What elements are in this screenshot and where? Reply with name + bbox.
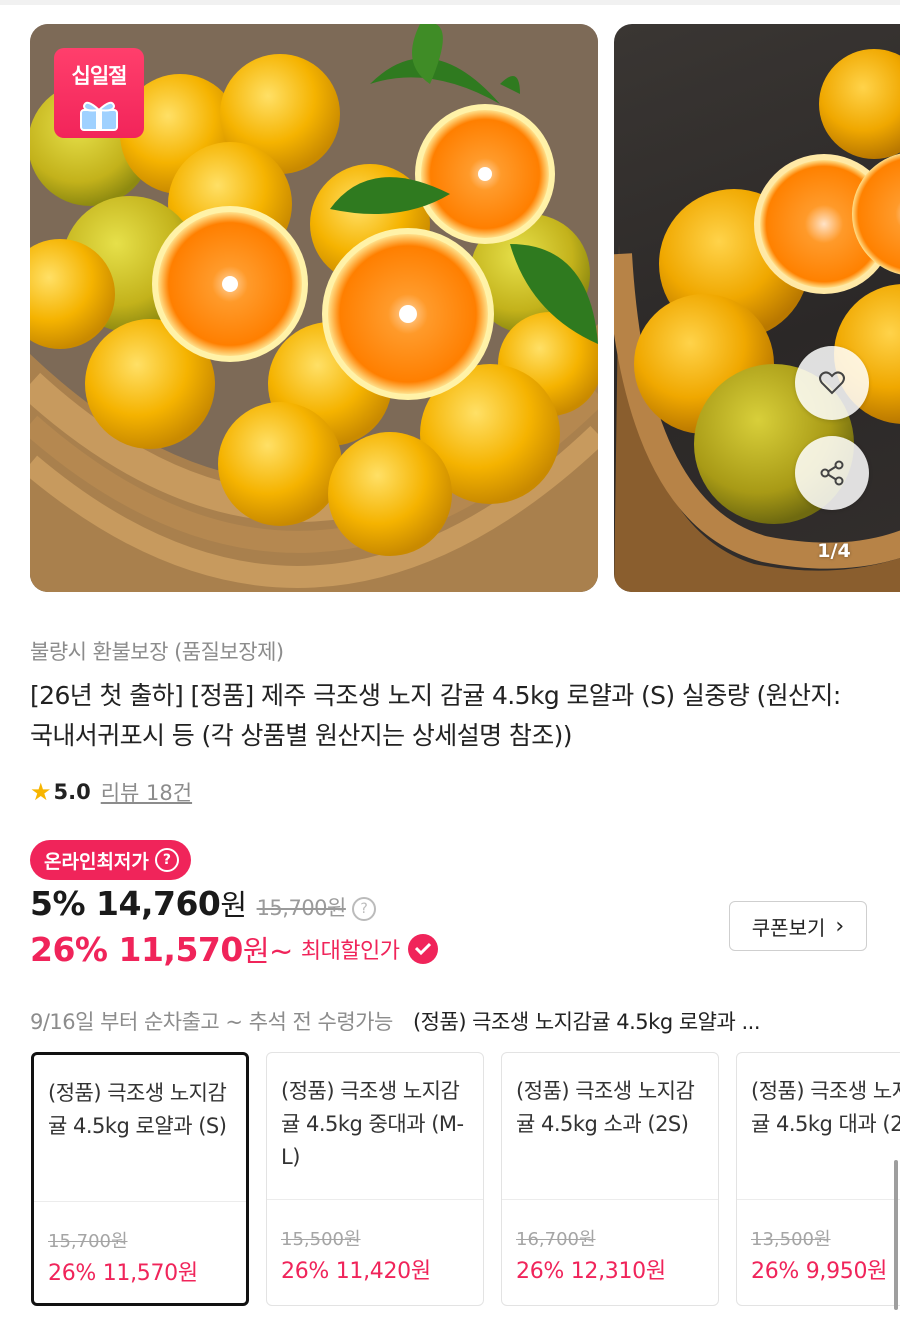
star-icon: ★ bbox=[30, 778, 52, 806]
option-original-price: 15,500원 bbox=[281, 1229, 361, 1250]
price-row: 5% 14,760 원 15,700원 ? bbox=[30, 882, 376, 924]
currency-unit-tilde: 원~ bbox=[242, 934, 293, 968]
option-sale-price: 26% 9,950원 bbox=[751, 1259, 888, 1284]
selected-option-title: (정품) 극조생 노지감귤 4.5kg 로얄과 ... bbox=[412, 1010, 761, 1034]
currency-unit: 원 bbox=[220, 888, 247, 922]
max-discount-label: 최대할인가 bbox=[300, 939, 400, 964]
max-discount-row: 26% 11,570 원~ 최대할인가 bbox=[30, 928, 438, 970]
option-divider bbox=[267, 1199, 483, 1200]
event-badge: 십일절 bbox=[54, 48, 144, 138]
gift-icon bbox=[80, 101, 118, 131]
tangerine-basket-illustration-2 bbox=[614, 49, 900, 592]
max-discount-rate: 26% bbox=[30, 929, 108, 969]
event-badge-text: 십일절 bbox=[71, 64, 128, 88]
option-divider bbox=[502, 1199, 718, 1200]
option-name: (정품) 극조생 노지감귤 4.5kg 로얄과 (S) bbox=[48, 1081, 227, 1138]
discount-rate: 5% bbox=[30, 884, 86, 923]
rating-row[interactable]: ★ 5.0 리뷰 18건 bbox=[30, 777, 192, 807]
view-coupon-button[interactable]: 쿠폰보기 › bbox=[729, 901, 867, 951]
option-card-selected[interactable]: (정품) 극조생 노지감귤 4.5kg 로얄과 (S) 15,700원 26% … bbox=[31, 1052, 249, 1306]
image-page-indicator: 1/4 bbox=[817, 540, 851, 562]
option-name: (정품) 극조생 노지감귤 4.5kg 중대과 (M-L) bbox=[281, 1079, 464, 1169]
share-button[interactable] bbox=[795, 436, 869, 510]
option-original-price: 15,700원 bbox=[48, 1231, 128, 1252]
shipping-notice: 9/16일 부터 순차출고 ~ 추석 전 수령가능 (정품) 극조생 노지감귤 … bbox=[30, 1006, 880, 1036]
option-card[interactable]: (정품) 극조생 노지감귤 4.5kg 소과 (2S) 16,700원 26% … bbox=[501, 1052, 719, 1306]
max-discount-price: 11,570 bbox=[118, 929, 244, 969]
option-card[interactable]: (정품) 극조생 노지감귤 4.5kg 대과 (2L) 13,500원 26% … bbox=[736, 1052, 900, 1306]
coupon-button-label: 쿠폰보기 bbox=[751, 915, 826, 940]
option-original-price: 16,700원 bbox=[516, 1229, 596, 1250]
option-sale-price: 26% 11,420원 bbox=[281, 1259, 431, 1284]
like-button[interactable] bbox=[795, 346, 869, 420]
chevron-right-icon: › bbox=[835, 913, 845, 939]
lowest-price-badge[interactable]: 온라인최저가 ? bbox=[30, 840, 191, 880]
refund-guarantee-text: 불량시 환불보장 (품질보장제) bbox=[30, 640, 284, 664]
option-name: (정품) 극조생 노지감귤 4.5kg 대과 (2L) bbox=[751, 1079, 900, 1136]
help-icon[interactable]: ? bbox=[154, 848, 179, 872]
option-name: (정품) 극조생 노지감귤 4.5kg 소과 (2S) bbox=[516, 1079, 695, 1136]
rating-score: 5.0 bbox=[53, 780, 91, 804]
option-divider bbox=[34, 1201, 246, 1202]
heart-outline-icon bbox=[819, 371, 845, 395]
sale-price: 14,760 bbox=[96, 884, 221, 923]
scrollbar-thumb[interactable] bbox=[894, 1160, 898, 1310]
option-sale-price: 26% 11,570원 bbox=[48, 1261, 198, 1286]
option-divider bbox=[737, 1199, 900, 1200]
share-icon bbox=[820, 460, 844, 486]
option-list[interactable]: (정품) 극조생 노지감귤 4.5kg 로얄과 (S) 15,700원 26% … bbox=[0, 1052, 900, 1307]
lowest-price-label: 온라인최저가 bbox=[44, 850, 149, 873]
product-title: [26년 첫 출하] [정품] 제주 극조생 노지 감귤 4.5kg 로얄과 (… bbox=[30, 681, 841, 750]
option-card[interactable]: (정품) 극조생 노지감귤 4.5kg 중대과 (M-L) 15,500원 26… bbox=[266, 1052, 484, 1306]
option-original-price: 13,500원 bbox=[751, 1229, 831, 1250]
option-sale-price: 26% 12,310원 bbox=[516, 1259, 666, 1284]
product-image-2[interactable] bbox=[614, 24, 900, 592]
top-divider bbox=[0, 0, 900, 5]
review-count-link[interactable]: 리뷰 18건 bbox=[101, 777, 192, 807]
price-help-icon[interactable]: ? bbox=[351, 897, 376, 921]
check-icon[interactable] bbox=[407, 934, 438, 964]
shipping-text: 9/16일 부터 순차출고 ~ 추석 전 수령가능 bbox=[30, 1010, 393, 1034]
original-price: 15,700원 bbox=[256, 896, 347, 920]
